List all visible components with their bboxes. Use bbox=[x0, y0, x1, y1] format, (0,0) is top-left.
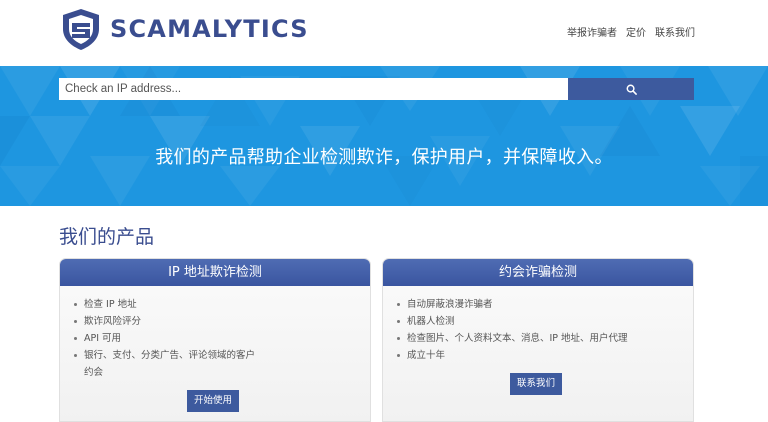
nav-contact[interactable]: 联系我们 bbox=[655, 24, 695, 39]
card-heading: IP 地址欺诈检测 bbox=[60, 259, 370, 286]
nav-pricing[interactable]: 定价 bbox=[626, 24, 646, 39]
hero-tagline: 我们的产品帮助企业检测欺诈，保护用户，并保障收入。 bbox=[155, 147, 613, 168]
site-header: SCAMALYTICS 举报诈骗者 定价 联系我们 bbox=[0, 0, 768, 66]
product-card-dating-scam: 约会诈骗检测 自动屏蔽浪漫诈骗者 机器人检测 检查图片、个人资料文本、消息、IP… bbox=[382, 258, 694, 422]
list-item: 检查图片、个人资料文本、消息、IP 地址、用户代理 bbox=[397, 330, 693, 347]
nav-report-scammer[interactable]: 举报诈骗者 bbox=[567, 24, 617, 39]
products-section-title: 我们的产品 bbox=[59, 226, 155, 248]
list-item: 机器人检测 bbox=[397, 313, 693, 330]
list-item: API 可用 bbox=[74, 330, 370, 347]
hero-banner: 我们的产品帮助企业检测欺诈，保护用户，并保障收入。 bbox=[0, 66, 768, 206]
feature-list: 检查 IP 地址 欺诈风险评分 API 可用 银行、支付、分类广告、评论领域的客… bbox=[60, 286, 370, 381]
top-nav: 举报诈骗者 定价 联系我们 bbox=[567, 24, 695, 39]
ip-search-input[interactable] bbox=[59, 78, 568, 100]
card-heading: 约会诈骗检测 bbox=[383, 259, 693, 286]
ip-search-bar bbox=[59, 78, 694, 100]
shield-logo-icon bbox=[63, 9, 99, 50]
search-button[interactable] bbox=[568, 78, 694, 100]
product-card-ip-fraud: IP 地址欺诈检测 检查 IP 地址 欺诈风险评分 API 可用 银行、支付、分… bbox=[59, 258, 371, 422]
list-item: 银行、支付、分类广告、评论领域的客户 约会 bbox=[74, 347, 370, 381]
list-item: 自动屏蔽浪漫诈骗者 bbox=[397, 296, 693, 313]
brand-name: SCAMALYTICS bbox=[110, 15, 309, 43]
list-item: 欺诈风险评分 bbox=[74, 313, 370, 330]
logo[interactable]: SCAMALYTICS bbox=[59, 7, 309, 51]
contact-us-button[interactable]: 联系我们 bbox=[510, 373, 563, 395]
get-started-button[interactable]: 开始使用 bbox=[187, 390, 240, 412]
list-item: 成立十年 bbox=[397, 347, 693, 364]
list-item-text: 约会 bbox=[84, 367, 104, 378]
search-icon bbox=[626, 84, 637, 95]
list-item: 检查 IP 地址 bbox=[74, 296, 370, 313]
list-item-text: 银行、支付、分类广告、评论领域的客户 bbox=[84, 350, 256, 361]
feature-list: 自动屏蔽浪漫诈骗者 机器人检测 检查图片、个人资料文本、消息、IP 地址、用户代… bbox=[383, 286, 693, 364]
